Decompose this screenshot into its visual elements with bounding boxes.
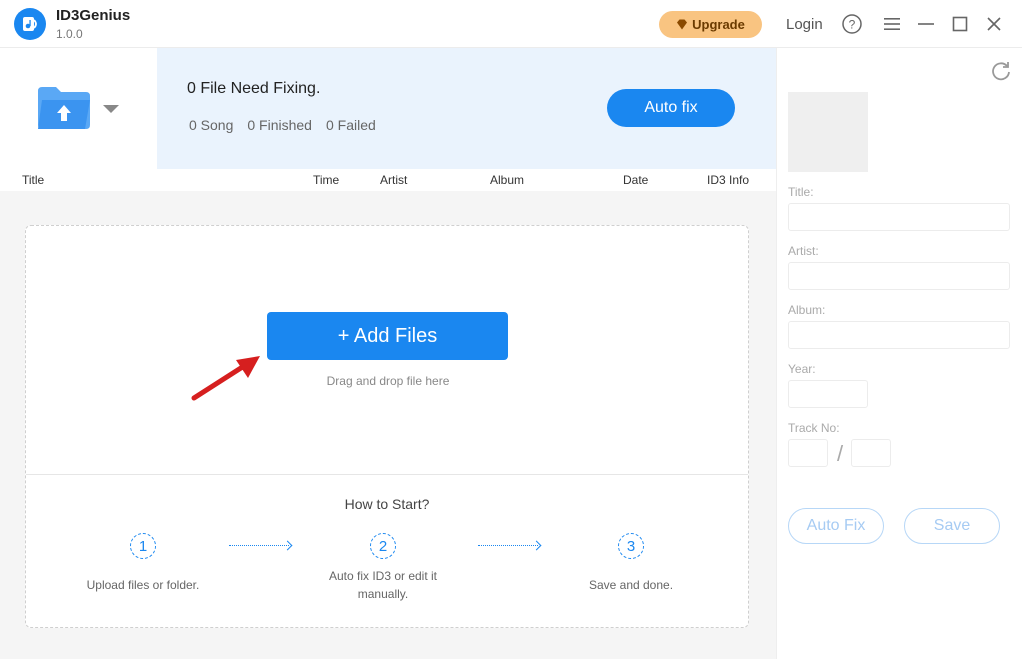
folder-upload-icon[interactable] — [36, 85, 92, 131]
column-title[interactable]: Title — [22, 173, 44, 187]
upgrade-label: Upgrade — [692, 17, 745, 32]
pointer-arrow-icon — [191, 356, 260, 401]
step-1-number: 1 — [130, 533, 156, 559]
login-link[interactable]: Login — [786, 16, 823, 33]
year-field[interactable] — [788, 380, 868, 408]
auto-fix-button[interactable]: Auto fix — [607, 89, 735, 127]
save-button[interactable]: Save — [904, 508, 1000, 544]
step-3-number: 3 — [618, 533, 644, 559]
app-logo-icon — [14, 8, 46, 40]
track-number-field[interactable] — [788, 439, 828, 467]
album-field-label: Album: — [788, 303, 826, 317]
upgrade-button[interactable]: Upgrade — [659, 11, 762, 38]
menu-icon[interactable] — [880, 12, 904, 36]
track-total-field[interactable] — [851, 439, 891, 467]
section-divider — [26, 474, 748, 475]
svg-text:?: ? — [849, 18, 856, 32]
app-version: 1.0.0 — [56, 27, 83, 41]
track-separator: / — [837, 441, 844, 466]
failed-count: 0 Failed — [325, 117, 376, 133]
step-arrow-icon — [229, 545, 289, 547]
editor-auto-fix-button[interactable]: Auto Fix — [788, 508, 884, 544]
refresh-icon[interactable] — [990, 60, 1012, 82]
file-list-header: Title Time Artist Album Date ID3 Info — [0, 169, 776, 191]
fix-status-title: 0 File Need Fixing. — [187, 80, 321, 97]
track-field-label: Track No: — [788, 421, 840, 435]
step-2-number: 2 — [370, 533, 396, 559]
fix-status-area: 0 File Need Fixing. 0 Song 0 Finished 0 … — [157, 48, 776, 169]
title-field[interactable] — [788, 203, 1010, 231]
drag-drop-hint: Drag and drop file here — [326, 374, 450, 388]
tag-editor-panel: Title: Artist: Album: Year: Track No: / … — [776, 48, 1022, 659]
column-time[interactable]: Time — [313, 173, 339, 187]
title-field-label: Title: — [788, 185, 814, 199]
artist-field[interactable] — [788, 262, 1010, 290]
column-artist[interactable]: Artist — [380, 173, 407, 187]
how-to-start-title: How to Start? — [344, 496, 430, 512]
fix-status-counts: 0 Song 0 Finished 0 Failed — [189, 117, 376, 133]
column-date[interactable]: Date — [623, 173, 648, 187]
drop-zone[interactable]: + Add Files Drag and drop file here How … — [25, 225, 749, 628]
app-name: ID3Genius — [56, 7, 131, 24]
add-files-button[interactable]: + Add Files — [267, 312, 508, 360]
folder-area — [0, 48, 157, 169]
year-field-label: Year: — [788, 362, 816, 376]
minimize-icon[interactable] — [914, 12, 938, 36]
finished-count: 0 Finished — [247, 117, 312, 133]
folder-dropdown-icon[interactable] — [103, 105, 119, 113]
album-field[interactable] — [788, 321, 1010, 349]
step-1-label: Upload files or folder. — [86, 578, 200, 592]
diamond-icon — [677, 19, 688, 30]
status-header: 0 File Need Fixing. 0 Song 0 Finished 0 … — [0, 48, 776, 169]
column-id3-info[interactable]: ID3 Info — [707, 173, 749, 187]
step-3-label: Save and done. — [588, 578, 674, 592]
help-icon[interactable]: ? — [840, 12, 864, 36]
album-cover[interactable] — [788, 92, 868, 172]
step-arrow-icon — [478, 545, 538, 547]
artist-field-label: Artist: — [788, 244, 819, 258]
title-bar: ID3Genius 1.0.0 Upgrade Login ? — [0, 0, 1022, 48]
column-album[interactable]: Album — [490, 173, 524, 187]
maximize-icon[interactable] — [948, 12, 972, 36]
step-2-label: Auto fix ID3 or edit it manually. — [328, 569, 438, 601]
song-count: 0 Song — [189, 117, 234, 133]
close-icon[interactable] — [982, 12, 1006, 36]
file-list-area: + Add Files Drag and drop file here How … — [0, 191, 776, 659]
